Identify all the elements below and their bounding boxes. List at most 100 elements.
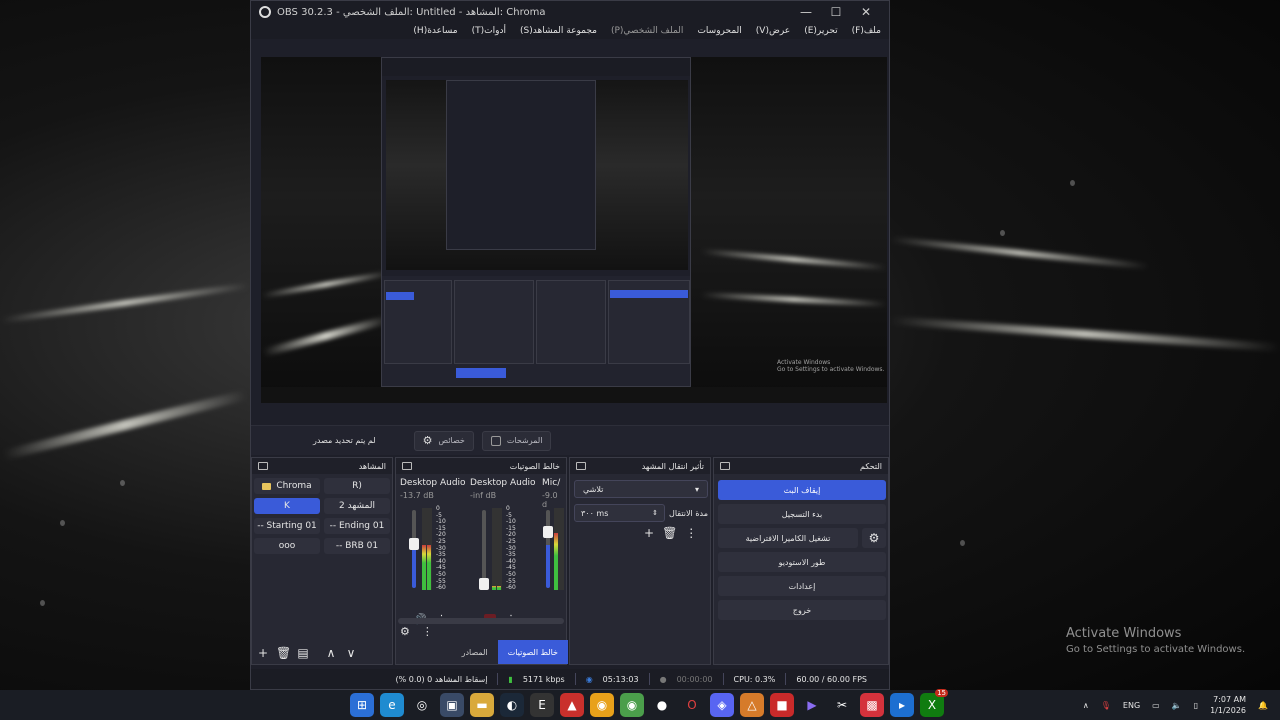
- chevron-down-icon: ▾: [694, 484, 699, 494]
- desktop-activate-watermark: Activate Windows Go to Settings to activ…: [1066, 626, 1245, 655]
- steam-icon[interactable]: ◐: [500, 693, 524, 717]
- store-icon[interactable]: ▣: [440, 693, 464, 717]
- language-indicator[interactable]: ENG: [1123, 701, 1140, 710]
- preview-taskbar: [261, 387, 887, 403]
- scene-item[interactable]: ooo: [254, 538, 320, 554]
- duration-input[interactable]: ٣٠٠ ms ⇕: [574, 504, 666, 522]
- add-scene-button[interactable]: +: [256, 646, 270, 660]
- menu-view[interactable]: عرض(V): [756, 26, 790, 36]
- activate-title: Activate Windows: [1066, 626, 1182, 641]
- add-transition-button[interactable]: +: [644, 526, 654, 540]
- close-button[interactable]: ✕: [851, 5, 881, 19]
- undock-icon[interactable]: [402, 462, 412, 470]
- preview-activate-title: Activate Windows: [777, 359, 831, 366]
- exit-button[interactable]: خروج: [718, 600, 886, 620]
- preview-canvas[interactable]: Activate Windows Go to Settings to activ…: [261, 57, 887, 403]
- menu-file[interactable]: ملف(F): [852, 26, 881, 36]
- xbox-bar-icon[interactable]: ▸: [890, 693, 914, 717]
- stream-icon: ◉: [585, 674, 593, 684]
- menu-help[interactable]: مساعدة(H): [413, 26, 457, 36]
- scene-item[interactable]: Chroma: [254, 478, 320, 494]
- stop-streaming-button[interactable]: إيقاف البث: [718, 480, 886, 500]
- battery-icon[interactable]: ▯: [1194, 701, 1198, 710]
- scene-item[interactable]: -- Starting 01: [254, 518, 320, 534]
- menu-tools[interactable]: أدوات(T): [472, 26, 506, 36]
- github-icon[interactable]: ●: [650, 693, 674, 717]
- controls-title: التحكم: [860, 461, 882, 471]
- filters-button[interactable]: المرشحات: [481, 430, 552, 451]
- start-virtual-camera-button[interactable]: تشغيل الكاميرا الافتراضية: [718, 528, 858, 548]
- volume-knob[interactable]: [543, 526, 553, 538]
- remove-scene-button[interactable]: 🗑: [276, 646, 291, 660]
- vlc-icon[interactable]: △: [740, 693, 764, 717]
- scene-filters-button[interactable]: ▤: [296, 646, 310, 660]
- app-icon[interactable]: ▲: [560, 693, 584, 717]
- scene-item[interactable]: -- Ending 01: [324, 518, 390, 534]
- xbox-icon[interactable]: X 15: [920, 689, 948, 717]
- volume-slider[interactable]: [482, 510, 486, 588]
- tab-audio-mixer[interactable]: خالط الصوتيات: [497, 640, 568, 664]
- studio-mode-button[interactable]: طور الاستوديو: [718, 552, 886, 572]
- undock-icon[interactable]: [576, 462, 586, 470]
- volume-knob[interactable]: [479, 578, 489, 590]
- channel-db: -inf dB: [470, 491, 497, 500]
- obs-icon[interactable]: ◎: [410, 693, 434, 717]
- mixer-menu-icon[interactable]: ⋮: [422, 625, 433, 638]
- app-red-icon[interactable]: ■: [770, 693, 794, 717]
- microphone-icon[interactable]: 🎙: [1101, 701, 1111, 710]
- opera-icon[interactable]: O: [680, 693, 704, 717]
- volume-knob[interactable]: [409, 538, 419, 550]
- scene-item-active[interactable]: K: [254, 498, 320, 514]
- spin-arrows-icon[interactable]: ⇕: [652, 509, 658, 517]
- settings-button[interactable]: إعدادات: [718, 576, 886, 596]
- transition-select[interactable]: تلاشي ▾: [574, 480, 708, 498]
- scene-item[interactable]: المشهد 2: [324, 498, 390, 514]
- menu-scene-collection[interactable]: مجموعة المشاهد(S): [520, 26, 597, 36]
- activate-subtitle: Go to Settings to activate Windows.: [1066, 644, 1246, 655]
- mixer-scrollbar[interactable]: [398, 618, 564, 624]
- menu-profile[interactable]: الملف الشخصي(P): [611, 26, 683, 36]
- epic-icon[interactable]: E: [530, 693, 554, 717]
- tab-sources[interactable]: المصادر: [452, 640, 498, 664]
- office-icon[interactable]: ▩: [860, 693, 884, 717]
- maximize-button[interactable]: ☐: [821, 5, 851, 19]
- discord-icon[interactable]: ◈: [710, 693, 734, 717]
- notification-bell-icon[interactable]: 🔔: [1258, 701, 1268, 710]
- start-recording-button[interactable]: بدء التسجيل: [718, 504, 886, 524]
- preview-activate-watermark: Activate Windows Go to Settings to activ…: [777, 359, 884, 373]
- start-icon[interactable]: ⊞: [350, 693, 374, 717]
- menu-docks[interactable]: المحروسات: [697, 26, 741, 36]
- undock-icon[interactable]: [720, 462, 730, 470]
- chevron-up-icon[interactable]: ∧: [1083, 701, 1089, 710]
- virtual-camera-settings-gear-icon[interactable]: ⚙: [862, 528, 886, 548]
- folder-icon[interactable]: ▬: [470, 693, 494, 717]
- move-scene-down-button[interactable]: ∨: [344, 646, 358, 660]
- network-icon[interactable]: ▭: [1152, 701, 1160, 710]
- properties-button[interactable]: ⚙ خصائص: [413, 430, 474, 451]
- undock-icon[interactable]: [258, 462, 268, 470]
- chrome-icon[interactable]: ◉: [590, 693, 614, 717]
- preview-activate-subtitle: Go to Settings to activate Windows.: [777, 366, 885, 373]
- gear-icon: ⚙: [422, 434, 433, 447]
- channel-name: Desktop Audio: [400, 478, 466, 488]
- transition-value: تلاشي: [583, 484, 604, 494]
- channel-name: Desktop Audio 2: [470, 478, 536, 488]
- clock[interactable]: 7:07 AM 1/1/2026: [1210, 694, 1246, 716]
- move-scene-up-button[interactable]: ∧: [324, 646, 338, 660]
- dock-area: المشاهد Chroma R) K المشهد 2 -- Starting…: [251, 457, 889, 665]
- edge-icon[interactable]: e: [380, 693, 404, 717]
- remove-transition-button[interactable]: 🗑: [662, 526, 677, 540]
- chrome-2-icon[interactable]: ◉: [620, 693, 644, 717]
- minimize-button[interactable]: —: [791, 5, 821, 19]
- volume-icon[interactable]: 🔈: [1172, 701, 1182, 710]
- level-meter: [422, 508, 432, 590]
- volume-slider[interactable]: [546, 510, 550, 588]
- title-bar: OBS 30.2.3 - الملف الشخصي: Untitled - ال…: [251, 1, 889, 23]
- play-icon[interactable]: ▶: [800, 693, 824, 717]
- scene-item[interactable]: -- BRB 01: [324, 538, 390, 554]
- scene-item[interactable]: R): [324, 478, 390, 494]
- capcut-icon[interactable]: ✂: [830, 693, 854, 717]
- menu-edit[interactable]: تحرير(E): [804, 26, 837, 36]
- transition-menu-icon[interactable]: ⋮: [685, 526, 697, 540]
- advanced-audio-gear-icon[interactable]: ⚙: [400, 625, 410, 638]
